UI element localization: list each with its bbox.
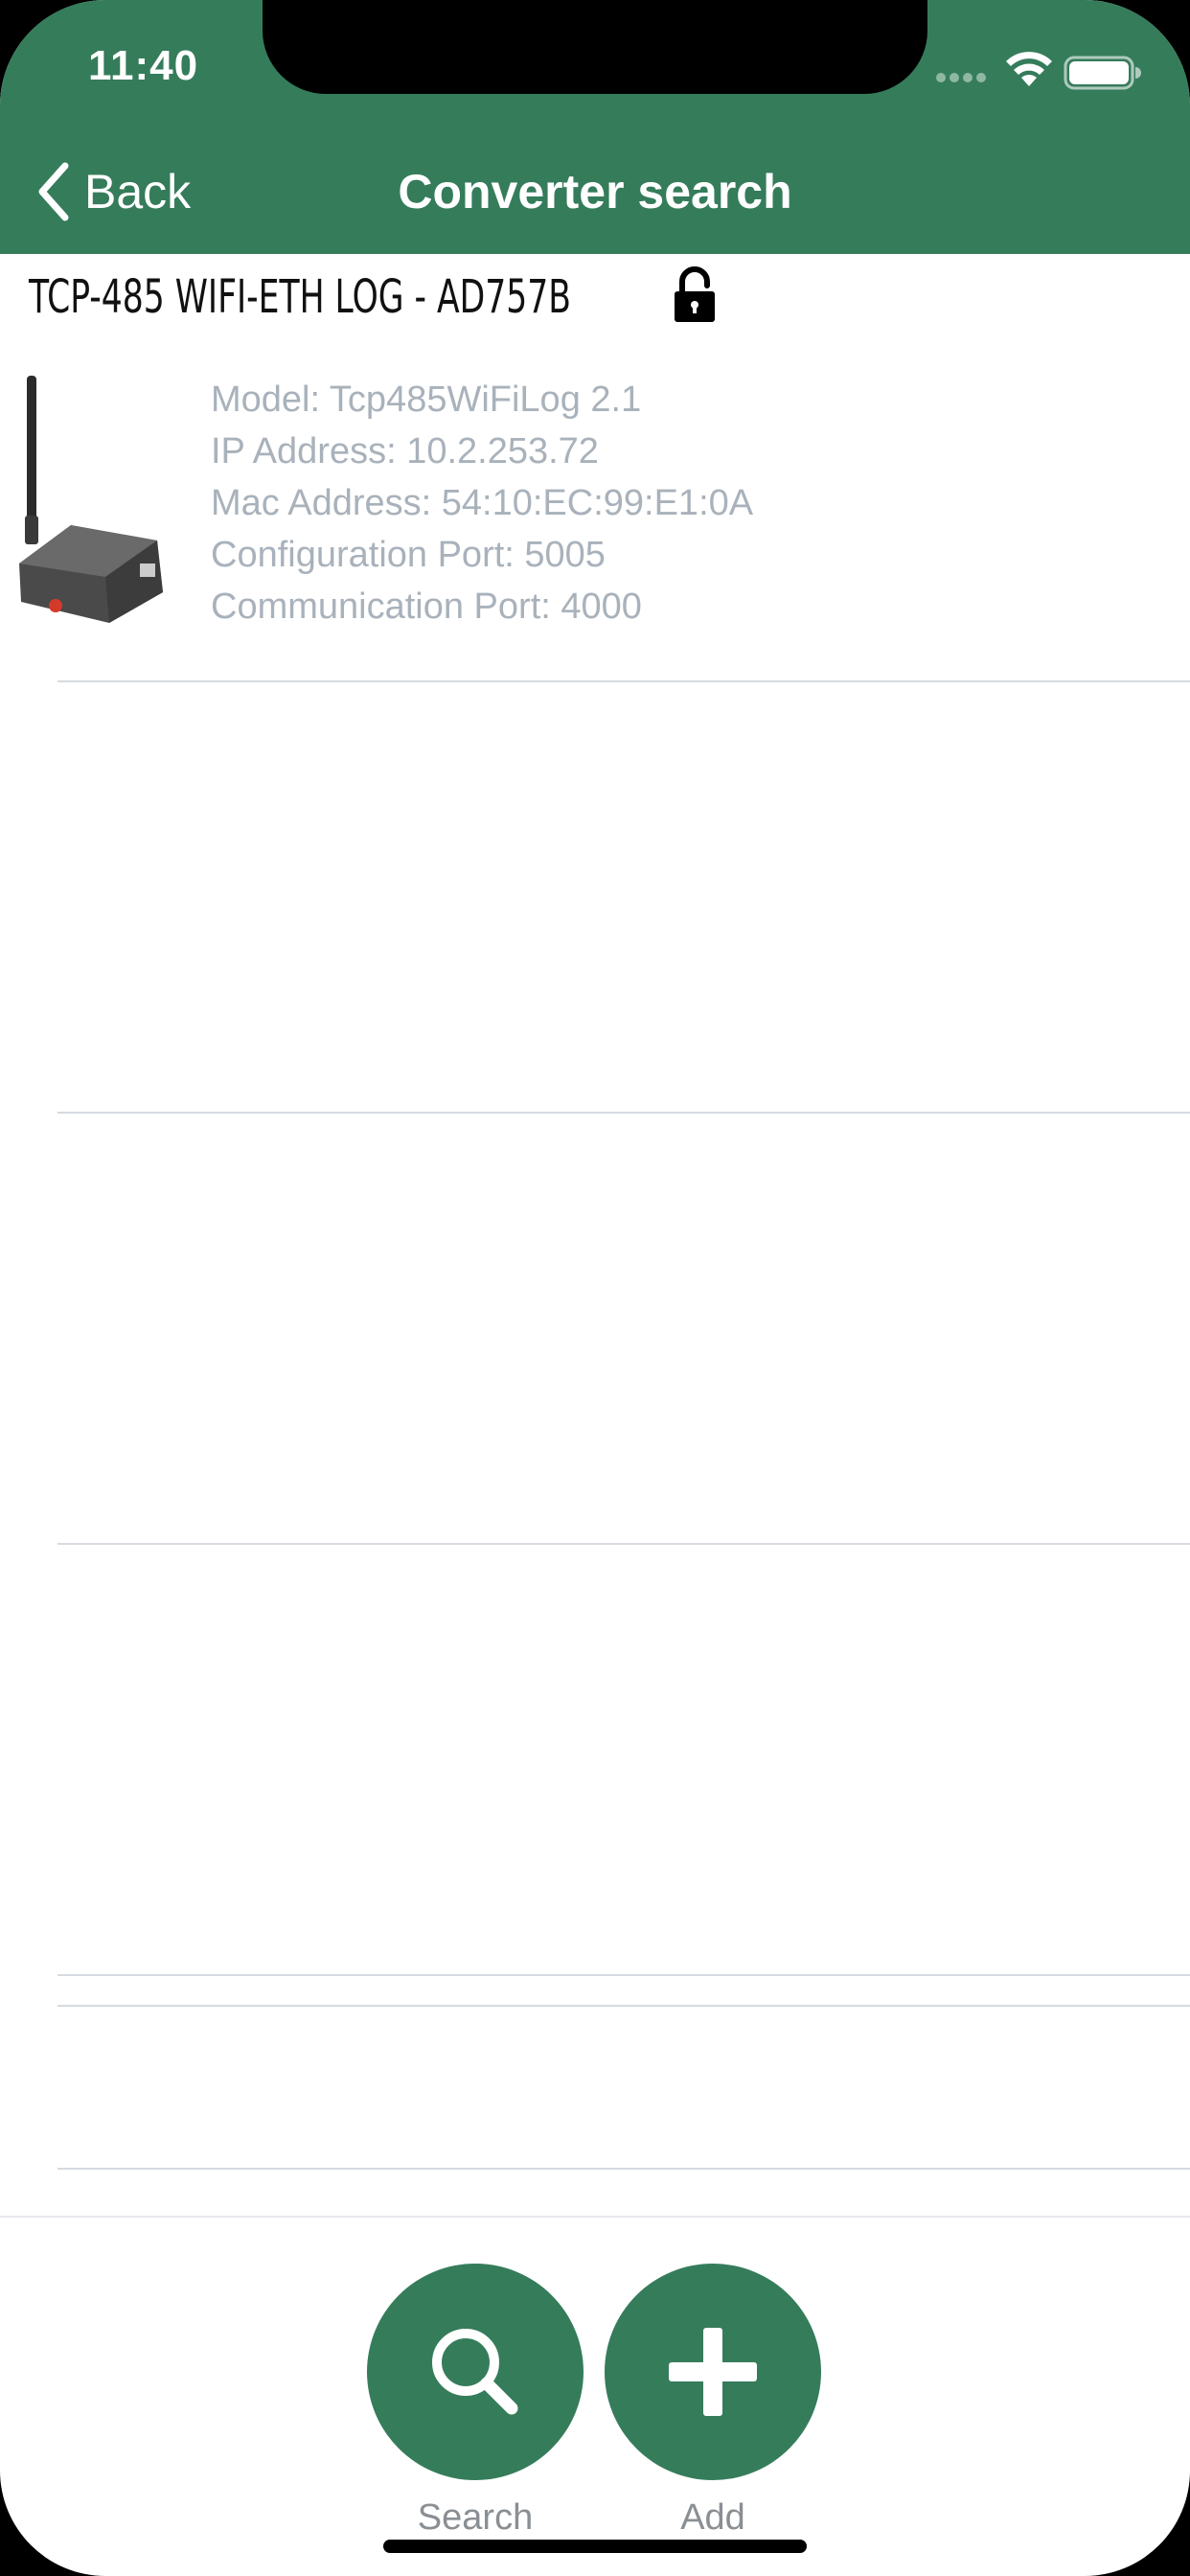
- add-button[interactable]: [605, 2264, 821, 2480]
- toolbar-divider: [0, 2216, 1190, 2218]
- page-title: Converter search: [398, 165, 792, 218]
- search-icon: [432, 2329, 518, 2415]
- app-screen: 11:40 Back Converter search TCP-485 WIFI…: [0, 0, 1190, 2576]
- row-separator: [57, 1974, 1190, 1976]
- search-label: Search: [417, 2497, 534, 2538]
- home-indicator: [383, 2540, 807, 2553]
- battery-icon: [1064, 56, 1141, 90]
- row-separator: [57, 1543, 1190, 1545]
- signal-icon: [936, 73, 986, 82]
- navigation-bar: 11:40 Back Converter search: [0, 0, 1190, 254]
- row-separator: [57, 1112, 1190, 1114]
- device-list-item[interactable]: TCP-485 WIFI-ETH LOG - AD757B: [29, 266, 1179, 328]
- status-time: 11:40: [88, 42, 199, 89]
- communication-port-detail: Communication Port: 4000: [211, 586, 642, 627]
- device-notch: [263, 0, 927, 94]
- row-separator: [57, 680, 1190, 682]
- wifi-icon: [1006, 52, 1052, 86]
- configuration-port-detail: Configuration Port: 5005: [211, 535, 606, 575]
- converter-device-image: [19, 376, 163, 623]
- device-title: TCP-485 WIFI-ETH LOG - AD757B: [29, 270, 571, 324]
- plus-icon: [669, 2328, 757, 2416]
- row-separator: [57, 2168, 1190, 2170]
- mac-address-detail: Mac Address: 54:10:EC:99:E1:0A: [211, 483, 754, 523]
- row-separator: [57, 2005, 1190, 2007]
- search-button[interactable]: [367, 2264, 584, 2480]
- ip-address-detail: IP Address: 10.2.253.72: [211, 431, 599, 472]
- lock-icon: [675, 266, 715, 322]
- device-details: Model: Tcp485WiFiLog 2.1 IP Address: 10.…: [211, 374, 1169, 632]
- model-detail: Model: Tcp485WiFiLog 2.1: [211, 380, 642, 420]
- add-label: Add: [680, 2497, 745, 2538]
